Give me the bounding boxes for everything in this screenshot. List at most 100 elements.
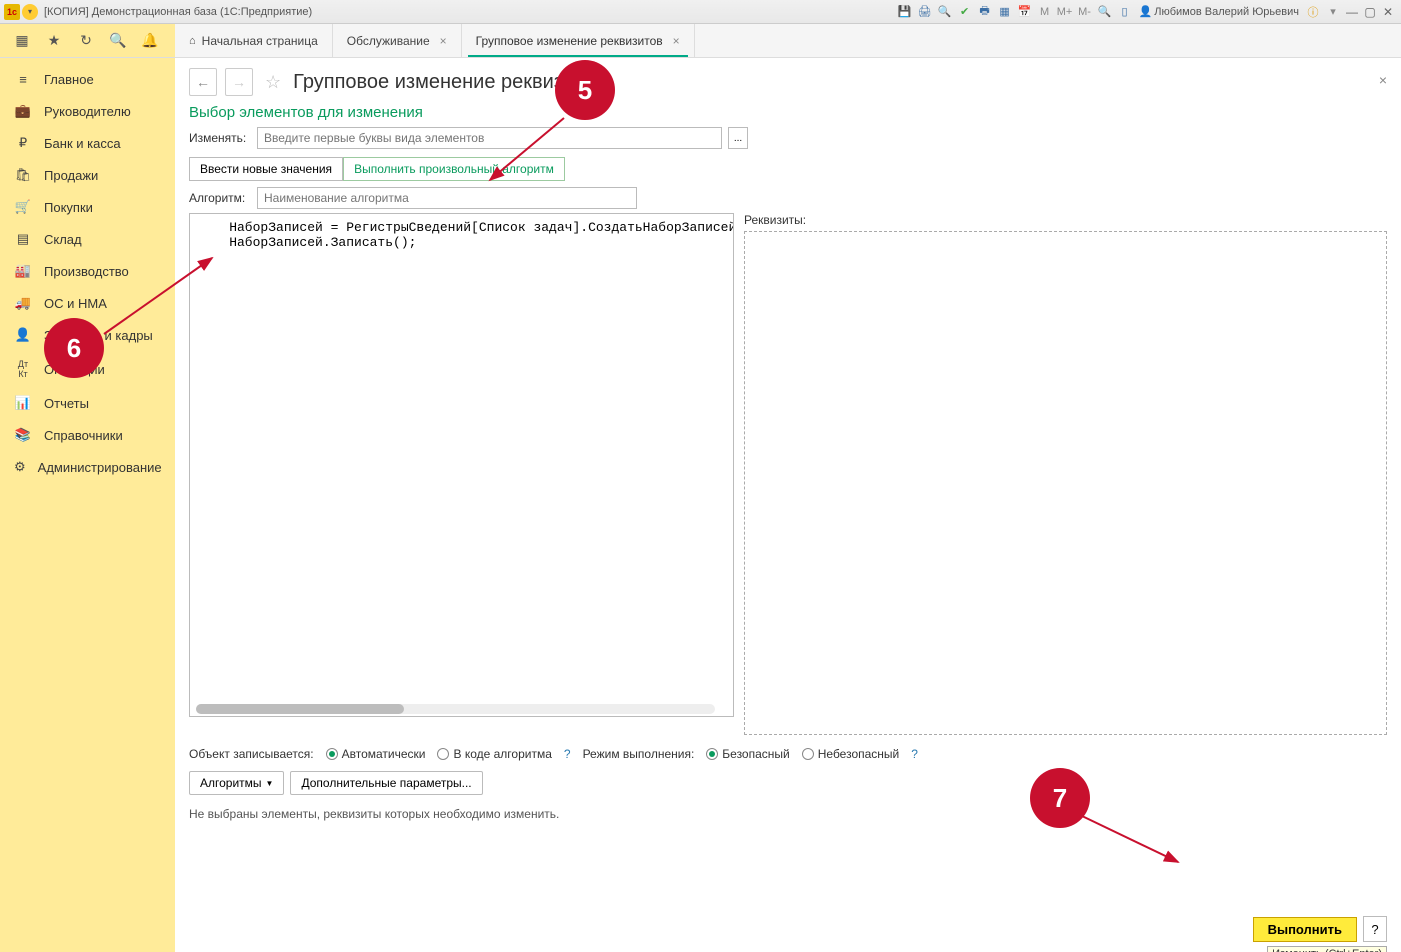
execute-tooltip: Изменить (Ctrl+Enter) — [1267, 946, 1387, 952]
execute-button[interactable]: Выполнить — [1253, 917, 1357, 942]
radio-safe[interactable]: Безопасный — [706, 747, 789, 761]
toolbar-shortcuts: ▦ ★ ↻ 🔍 🔔 — [0, 24, 175, 57]
sidebar-label: Банк и касса — [44, 136, 121, 151]
preview-icon[interactable]: 🔍 — [936, 3, 954, 21]
tab-home[interactable]: ⌂Начальная страница — [175, 24, 333, 57]
annotation-5: 5 — [555, 60, 615, 120]
close-window-button[interactable]: ✕ — [1379, 3, 1397, 21]
favorite-star-icon[interactable]: ☆ — [265, 72, 281, 93]
tab-group-change[interactable]: Групповое изменение реквизитов × — [462, 24, 695, 57]
factory-icon: 🏭 — [14, 263, 32, 279]
m-plus-button[interactable]: M+ — [1056, 3, 1074, 21]
book-icon: 📚 — [14, 427, 32, 443]
app-menu-dropdown-icon[interactable]: ▾ — [22, 4, 38, 20]
sidebar-item-reports[interactable]: 📊Отчеты — [0, 387, 175, 419]
print-icon[interactable]: 🖨 — [916, 3, 934, 21]
work-area: НаборЗаписей = РегистрыСведений[Список з… — [189, 213, 1387, 735]
user-label[interactable]: 👤Любимов Валерий Юрьевич — [1139, 5, 1299, 18]
ops-icon: ДтКт — [14, 359, 32, 379]
app-logo-icon: 1c — [4, 4, 20, 20]
sidebar-item-sales[interactable]: 🛍Продажи — [0, 159, 175, 191]
radio-dot-icon — [802, 748, 814, 760]
home-icon: ⌂ — [189, 35, 196, 47]
tabs-bar: ⌂Начальная страница Обслуживание × Группо… — [175, 24, 695, 57]
person-icon: 👤 — [14, 327, 32, 343]
nav-back-button[interactable]: ← — [189, 68, 217, 96]
requisites-box[interactable] — [744, 231, 1387, 735]
titlebar: 1c ▾ [КОПИЯ] Демонстрационная база (1С:П… — [0, 0, 1401, 24]
extra-params-button[interactable]: Дополнительные параметры... — [290, 771, 482, 795]
tab-group-label: Групповое изменение реквизитов — [476, 34, 663, 48]
print2-icon[interactable]: 🖶 — [976, 3, 994, 21]
sidebar-item-purchases[interactable]: 🛒Покупки — [0, 191, 175, 223]
status-message: Не выбраны элементы, реквизиты которых н… — [189, 807, 1387, 821]
sidebar-item-bank[interactable]: ₽ Банк и касса — [0, 127, 175, 159]
code-scrollbar-thumb[interactable] — [196, 704, 404, 714]
help-write-icon[interactable]: ? — [564, 747, 571, 761]
help-mode-icon[interactable]: ? — [911, 747, 918, 761]
menu-icon: ≡ — [14, 72, 32, 87]
sidebar-item-assets[interactable]: 🚚ОС и НМА — [0, 287, 175, 319]
algorithms-button-label: Алгоритмы — [200, 776, 262, 790]
zoom-icon[interactable]: 🔍 — [1096, 3, 1114, 21]
algorithm-input[interactable] — [257, 187, 637, 209]
write-mode-label: Объект записывается: — [189, 747, 314, 761]
star-icon[interactable]: ★ — [44, 31, 64, 51]
boxes-icon: ▤ — [14, 231, 32, 247]
sidebar-item-refs[interactable]: 📚Справочники — [0, 419, 175, 451]
help-button[interactable]: ? — [1363, 916, 1387, 942]
m-button[interactable]: M — [1036, 3, 1054, 21]
toolbar: ▦ ★ ↻ 🔍 🔔 ⌂Начальная страница Обслуживан… — [0, 24, 1401, 58]
change-field-row: Изменять: ... — [189, 127, 1387, 149]
info-icon[interactable]: ⓘ — [1304, 3, 1322, 21]
mode-algorithm-button[interactable]: Выполнить произвольный алгоритм — [343, 157, 565, 181]
bottom-actions: Выполнить ? — [1253, 916, 1387, 942]
search-icon[interactable]: 🔍 — [108, 31, 128, 51]
compare-icon[interactable]: ✔ — [956, 3, 974, 21]
sidebar-label: Главное — [44, 72, 94, 87]
tab-service-label: Обслуживание — [347, 34, 430, 48]
sidebar-item-admin[interactable]: ⚙Администрирование — [0, 451, 175, 483]
radio-auto[interactable]: Автоматически — [326, 747, 426, 761]
maximize-button[interactable]: ▢ — [1361, 3, 1379, 21]
caret-down-icon: ▼ — [266, 779, 274, 788]
change-ellipsis-button[interactable]: ... — [728, 127, 748, 149]
truck-icon: 🚚 — [14, 295, 32, 311]
algorithm-label: Алгоритм: — [189, 191, 251, 205]
apps-icon[interactable]: ▦ — [12, 31, 32, 51]
tab-service-close-icon[interactable]: × — [440, 34, 447, 48]
algorithm-row: Алгоритм: — [189, 187, 1387, 209]
layout-icon[interactable]: ▯ — [1116, 3, 1134, 21]
minimize-button[interactable]: — — [1343, 3, 1361, 21]
radio-in-code[interactable]: В коде алгоритма — [437, 747, 551, 761]
code-editor[interactable]: НаборЗаписей = РегистрыСведений[Список з… — [189, 213, 734, 717]
change-input[interactable] — [257, 127, 722, 149]
m-minus-button[interactable]: M- — [1076, 3, 1094, 21]
sidebar-label: Покупки — [44, 200, 93, 215]
history-icon[interactable]: ↻ — [76, 31, 96, 51]
code-scrollbar[interactable] — [196, 704, 715, 714]
close-page-icon[interactable]: × — [1379, 72, 1387, 88]
table-icon[interactable]: ▦ — [996, 3, 1014, 21]
nav-forward-button[interactable]: → — [225, 68, 253, 96]
radio-unsafe[interactable]: Небезопасный — [802, 747, 900, 761]
sidebar-item-main[interactable]: ≡ Главное — [0, 64, 175, 95]
tab-group-close-icon[interactable]: × — [673, 34, 680, 48]
requisites-column: Реквизиты: — [744, 213, 1387, 735]
algorithms-button[interactable]: Алгоритмы ▼ — [189, 771, 284, 795]
sidebar-item-warehouse[interactable]: ▤Склад — [0, 223, 175, 255]
window-title: [КОПИЯ] Демонстрационная база (1С:Предпр… — [44, 6, 312, 18]
change-label: Изменять: — [189, 131, 251, 145]
sidebar-item-production[interactable]: 🏭Производство — [0, 255, 175, 287]
mode-new-values-button[interactable]: Ввести новые значения — [189, 157, 343, 181]
calendar-icon[interactable]: 📅 — [1016, 3, 1034, 21]
sidebar-item-manager[interactable]: 💼Руководителю — [0, 95, 175, 127]
save-icon[interactable]: 💾 — [896, 3, 914, 21]
exec-mode-label: Режим выполнения: — [583, 747, 695, 761]
radio-dot-icon — [437, 748, 449, 760]
ruble-icon: ₽ — [14, 135, 32, 151]
dropdown2-icon[interactable]: ▾ — [1324, 3, 1342, 21]
bell-icon[interactable]: 🔔 — [140, 31, 160, 51]
radio-in-code-label: В коде алгоритма — [453, 747, 551, 761]
tab-service[interactable]: Обслуживание × — [333, 24, 462, 57]
